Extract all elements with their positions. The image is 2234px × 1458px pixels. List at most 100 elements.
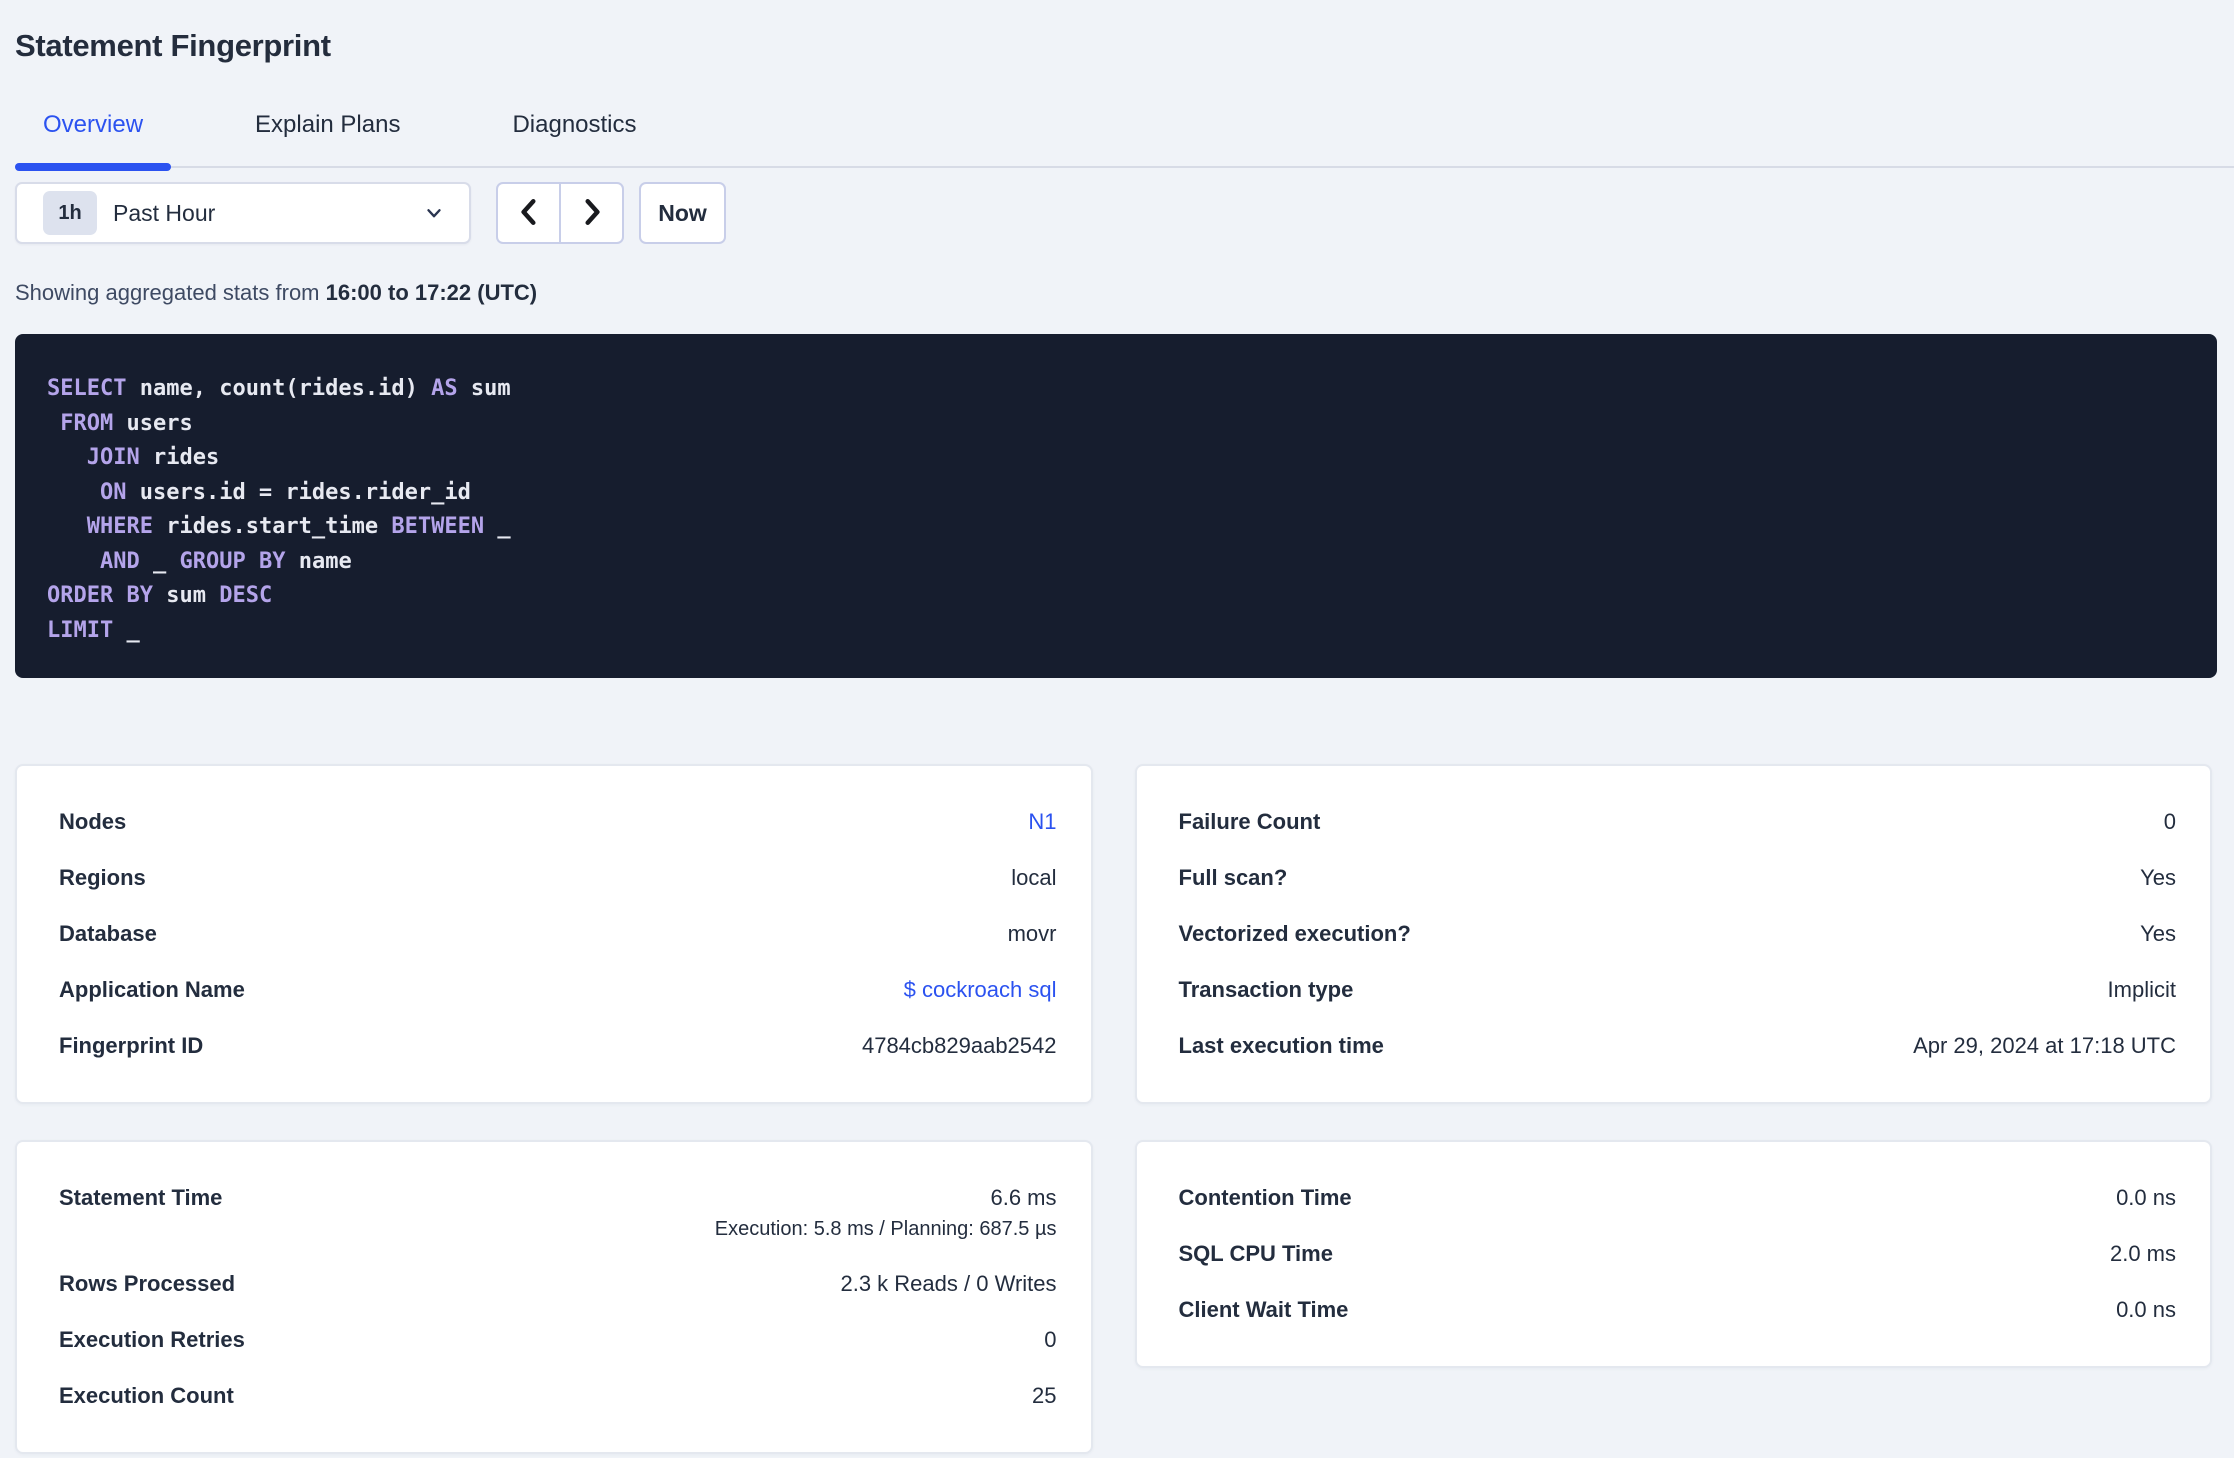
row-value: 0 bbox=[2163, 809, 2176, 834]
row-label: Application Name bbox=[59, 977, 245, 1002]
summary-row: Execution Count 25 bbox=[59, 1368, 1057, 1424]
row-value-wrap: 2.3 k Reads / 0 Writes bbox=[840, 1271, 1056, 1297]
summary-row: Transaction type Implicit bbox=[1179, 962, 2177, 1018]
card-overview-details: Nodes N1 Regions local Database movr Applicati… bbox=[15, 764, 1093, 1104]
sql-text: sum bbox=[457, 376, 511, 401]
row-label: Regions bbox=[59, 865, 146, 890]
summary-row: Database movr bbox=[59, 906, 1057, 962]
row-value: 0.0 ns bbox=[2116, 1297, 2176, 1322]
summary-row: Regions local bbox=[59, 850, 1057, 906]
sql-line: SELECT name, count(rides.id) AS sum bbox=[47, 372, 2185, 407]
tab-explain-plans[interactable]: Explain Plans bbox=[227, 110, 428, 166]
sql-text: _ bbox=[113, 617, 140, 643]
row-value-wrap: 6.6 ms Execution: 5.8 ms / Planning: 687.… bbox=[715, 1185, 1057, 1241]
summary-row: Full scan? Yes bbox=[1179, 850, 2177, 906]
row-value-wrap: Implicit bbox=[2108, 977, 2176, 1003]
tab-overview[interactable]: Overview bbox=[15, 110, 172, 171]
row-value-wrap: $ cockroach sql bbox=[904, 977, 1057, 1003]
card-execution-attributes: Failure Count 0 Full scan? Yes Vectorized ex… bbox=[1134, 764, 2212, 1104]
sql-line: JOIN rides bbox=[47, 441, 2185, 476]
summary-row: Rows Processed 2.3 k Reads / 0 Writes bbox=[59, 1256, 1057, 1312]
sql-keyword: GROUP bbox=[179, 548, 246, 574]
summary-row: SQL CPU Time 2.0 ms bbox=[1179, 1226, 2177, 1282]
sql-keyword: BETWEEN bbox=[391, 514, 485, 539]
sql-keyword: DESC bbox=[219, 583, 273, 608]
previous-time-range-button[interactable] bbox=[496, 182, 560, 244]
row-value-wrap: local bbox=[1011, 865, 1056, 891]
next-time-range-button[interactable] bbox=[560, 182, 624, 244]
row-label: SQL CPU Time bbox=[1178, 1241, 1333, 1266]
row-value-wrap: 0.0 ns bbox=[2116, 1297, 2176, 1323]
sql-keyword: FROM bbox=[60, 410, 114, 436]
row-label: Statement Time bbox=[59, 1185, 223, 1210]
sql-text: users.id = rides.rider_id bbox=[126, 479, 471, 505]
time-range-label: Past Hour bbox=[113, 199, 216, 226]
row-label: Execution Retries bbox=[59, 1327, 245, 1352]
row-label: Database bbox=[59, 921, 157, 946]
aggregation-note: Showing aggregated stats from 16:00 to 1… bbox=[15, 280, 2234, 306]
time-range-dropdown[interactable]: 1h Past Hour bbox=[15, 182, 471, 244]
sql-keyword: JOIN bbox=[86, 445, 140, 470]
active-tab-indicator bbox=[15, 163, 172, 171]
page-title: Statement Fingerprint bbox=[15, 28, 331, 63]
chevron-down-icon bbox=[423, 202, 445, 224]
tab-diagnostics[interactable]: Diagnostics bbox=[484, 110, 664, 166]
row-value: Yes bbox=[2140, 921, 2176, 946]
row-value: 25 bbox=[1032, 1383, 1057, 1408]
sql-text: name, count(rides.id) bbox=[126, 376, 432, 401]
sql-keyword: SELECT bbox=[47, 376, 127, 401]
summary-row: Failure Count 0 bbox=[1179, 794, 2177, 850]
sql-keyword: AS bbox=[431, 376, 458, 401]
row-value: movr bbox=[1007, 921, 1057, 946]
row-value: 2.0 ms bbox=[2109, 1241, 2176, 1266]
row-value-wrap: Yes bbox=[2140, 921, 2176, 947]
row-label: Vectorized execution? bbox=[1178, 921, 1411, 946]
sql-keyword: LIMIT bbox=[47, 617, 114, 643]
now-button[interactable]: Now bbox=[639, 182, 726, 244]
time-step-buttons bbox=[496, 182, 624, 244]
sql-text: _ bbox=[139, 548, 180, 574]
tab-bar: Overview Explain Plans Diagnostics bbox=[15, 110, 2234, 171]
row-value-link[interactable]: N1 bbox=[1028, 809, 1056, 834]
aggregation-note-prefix: Showing aggregated stats from bbox=[15, 280, 326, 305]
time-range-badge: 1h bbox=[43, 191, 97, 235]
sql-keyword: BY bbox=[126, 583, 153, 608]
row-value: 0 bbox=[1044, 1327, 1057, 1352]
summary-row: Nodes N1 bbox=[59, 794, 1057, 850]
row-label: Execution Count bbox=[59, 1383, 234, 1408]
sql-keyword: WHERE bbox=[86, 514, 153, 539]
sql-text: name bbox=[285, 548, 352, 574]
row-label: Fingerprint ID bbox=[59, 1033, 204, 1058]
sql-keyword: AND bbox=[99, 548, 140, 574]
row-value: 0.0 ns bbox=[2116, 1185, 2176, 1210]
sql-line: AND _ GROUP BY name bbox=[47, 545, 2185, 580]
row-label: Client Wait Time bbox=[1178, 1297, 1349, 1322]
summary-row: Last execution time Apr 29, 2024 at 17:18… bbox=[1179, 1018, 2177, 1074]
sql-text: sum bbox=[152, 583, 220, 608]
sql-statement-box: SELECT name, count(rides.id) AS sum FROM… bbox=[15, 334, 2217, 678]
row-value-link[interactable]: $ cockroach sql bbox=[904, 977, 1057, 1002]
row-value: Apr 29, 2024 at 17:18 UTC bbox=[1913, 1033, 2176, 1058]
tab-overview-label: Overview bbox=[43, 111, 144, 138]
statement-fingerprint-page: Statement Fingerprint Overview Explain P… bbox=[0, 0, 2234, 1458]
row-value-wrap: 2.0 ms bbox=[2110, 1241, 2176, 1267]
sql-text: rides bbox=[139, 445, 220, 470]
sql-text: _ bbox=[484, 514, 511, 539]
row-value-wrap: Apr 29, 2024 at 17:18 UTC bbox=[1913, 1033, 2176, 1059]
time-toolbar: 1h Past Hour Now bbox=[15, 182, 2234, 244]
row-subvalue: Execution: 5.8 ms / Planning: 687.5 µs bbox=[714, 1218, 1057, 1240]
summary-row: Execution Retries 0 bbox=[59, 1312, 1057, 1368]
card-statement-times: Statement Time 6.6 ms Execution: 5.8 ms / … bbox=[15, 1140, 1093, 1454]
summary-row: Statement Time 6.6 ms Execution: 5.8 ms / … bbox=[59, 1170, 1057, 1256]
tab-diagnostics-label: Diagnostics bbox=[512, 111, 637, 138]
row-label: Contention Time bbox=[1178, 1185, 1352, 1210]
sql-line: FROM users bbox=[47, 407, 2185, 442]
sql-keyword: ORDER bbox=[47, 583, 114, 608]
row-value-wrap: 0 bbox=[1044, 1327, 1056, 1353]
row-label: Failure Count bbox=[1178, 809, 1321, 834]
